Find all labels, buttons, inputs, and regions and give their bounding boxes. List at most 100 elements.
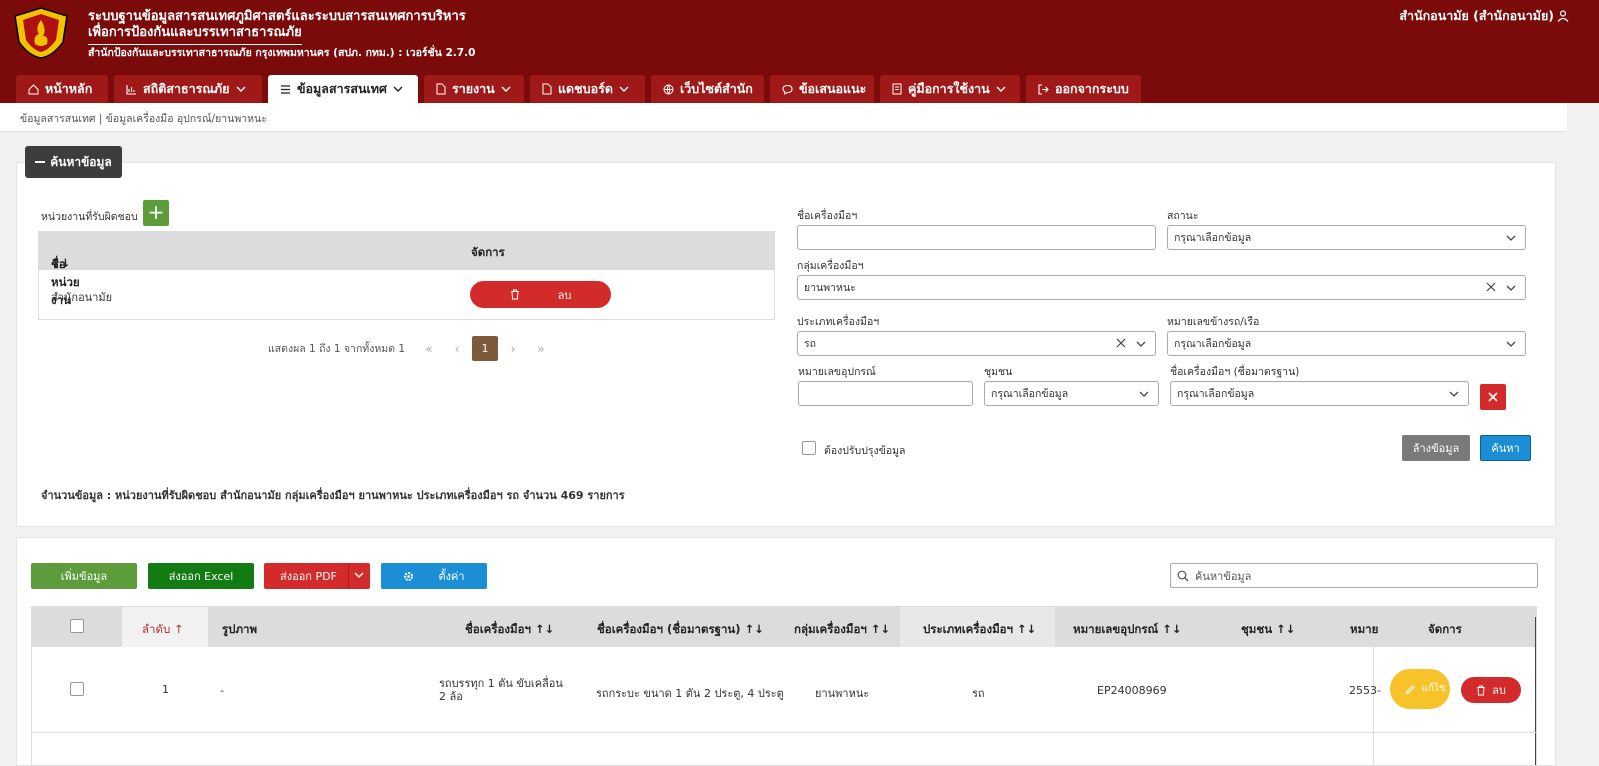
close-icon	[1488, 392, 1498, 402]
col-name[interactable]: ชื่อเครื่องมือฯ ↑↓	[465, 621, 554, 639]
tab-manual[interactable]: คู่มือการใช้งาน	[880, 75, 1020, 103]
plate-label: หมายเลขข้างรถ/เรือ	[1167, 316, 1260, 328]
table-search-input[interactable]: ค้นหาข้อมูล	[1170, 563, 1538, 588]
delete-unit-button[interactable]: ลบ	[470, 281, 611, 308]
add-unit-button[interactable]: +	[143, 200, 169, 226]
list-icon	[281, 84, 290, 94]
add-data-button[interactable]: เพิ่มข้อมูล	[31, 563, 137, 589]
delete-label: ลบ	[1492, 684, 1506, 697]
delete-label: ลบ	[557, 288, 572, 302]
col-type[interactable]: ประเภทเครื่องมือฯ ↑↓	[923, 621, 1036, 639]
export-excel-button[interactable]: ส่งออก Excel	[148, 563, 254, 589]
tab-label: ออกจากระบบ	[1055, 81, 1129, 96]
result-summary: จำนวนข้อมูล : หน่วยงานที่รับผิดชอบ สำนัก…	[41, 489, 625, 502]
chevron-down-icon	[393, 86, 403, 92]
cell-group: ยานพาหนะ	[815, 687, 870, 700]
tab-logout[interactable]: ออกจากระบบ	[1026, 75, 1141, 103]
tab-disaster-stats[interactable]: สถิติสาธารณภัย	[114, 75, 262, 103]
next-page-icon[interactable]: ›	[499, 342, 527, 356]
std-name-select[interactable]: กรุณาเลือกข้อมูล	[1170, 381, 1469, 406]
user-icon	[1557, 10, 1569, 22]
plate-select[interactable]: กรุณาเลือกข้อมูล	[1167, 331, 1526, 356]
type-value: รถ	[804, 338, 816, 350]
tab-information[interactable]: ข้อมูลสารสนเทศ	[268, 75, 418, 103]
chevron-down-icon	[1449, 391, 1459, 397]
clear-icon[interactable]	[1485, 281, 1497, 293]
export-pdf-button[interactable]: ส่งออก PDF	[264, 563, 370, 589]
tab-report[interactable]: รายงาน	[424, 75, 524, 103]
settings-label: ตั้งค่า	[438, 570, 465, 583]
chevron-down-icon	[1136, 341, 1146, 347]
chat-icon	[782, 84, 793, 95]
col-no[interactable]: ลำดับ ↑	[142, 621, 184, 639]
cell-device-no: EP24008969	[1097, 684, 1167, 697]
plate-value: กรุณาเลือกข้อมูล	[1174, 338, 1252, 350]
user-menu[interactable]: สำนักอนามัย (สำนักอนามัย)	[1399, 6, 1569, 26]
cell-std-name: รถกระบะ ขนาด 1 ตัน 2 ประตู, 4 ประตู	[596, 687, 784, 700]
page-scrollbar[interactable]	[1567, 103, 1599, 766]
col-group[interactable]: กลุ่มเครื่องมือฯ ↑↓	[794, 621, 890, 639]
sort-icon: ↑↓	[51, 256, 71, 270]
tab-feedback[interactable]: ข้อเสนอแนะ	[770, 75, 874, 103]
community-value: กรุณาเลือกข้อมูล	[991, 388, 1069, 400]
select-all-checkbox[interactable]	[70, 619, 84, 633]
tab-website[interactable]: เว็บไซต์สำนัก	[651, 75, 764, 103]
table-scrollbar[interactable]	[1535, 617, 1536, 765]
book-icon	[892, 83, 902, 95]
unit-pager: แสดงผล 1 ถึง 1 จากทั้งหมด 1 « ‹ 1 › »	[268, 336, 555, 361]
responsible-unit-label: หน่วยงานที่รับผิดชอบ	[41, 211, 138, 223]
chart-icon	[126, 84, 136, 95]
tool-name-input[interactable]	[797, 225, 1156, 250]
status-select[interactable]: กรุณาเลือกข้อมูล	[1167, 225, 1526, 250]
chevron-down-icon	[236, 86, 245, 92]
community-label: ชุมชน	[984, 366, 1013, 378]
row-delete-button[interactable]: ลบ	[1461, 677, 1521, 703]
device-no-input[interactable]	[798, 381, 973, 406]
group-select[interactable]: ยานพาหนะ	[797, 275, 1526, 300]
status-value: กรุณาเลือกข้อมูล	[1174, 232, 1252, 244]
user-name: สำนักอนามัย (สำนักอนามัย)	[1399, 8, 1554, 23]
last-page-icon[interactable]: »	[527, 342, 555, 356]
globe-icon	[663, 84, 674, 95]
breadcrumb[interactable]: ข้อมูลสารสนเทศ | ข้อมูลเครื่องมือ อุปกรณ…	[20, 110, 267, 127]
community-select[interactable]: กรุณาเลือกข้อมูล	[984, 381, 1159, 406]
chevron-down-icon	[501, 86, 511, 92]
col-community[interactable]: ชุมชน ↑↓	[1241, 621, 1295, 639]
tab-dashboard[interactable]: แดชบอร์ด	[530, 75, 645, 103]
tab-label: สถิติสาธารณภัย	[143, 81, 230, 96]
edit-button[interactable]: แก้ไข	[1390, 669, 1450, 709]
update-checkbox[interactable]	[802, 441, 816, 455]
export-pdf-label: ส่งออก PDF	[280, 570, 337, 583]
cell-plate: 2553-	[1349, 684, 1381, 697]
remove-filter-button[interactable]	[1480, 384, 1506, 410]
search-button[interactable]: ค้นหา	[1480, 435, 1531, 461]
settings-button[interactable]: ตั้งค่า	[381, 563, 487, 589]
col-plate[interactable]: หมาย	[1350, 621, 1378, 639]
status-label: สถานะ	[1167, 210, 1199, 222]
row-checkbox[interactable]	[70, 682, 84, 696]
type-select[interactable]: รถ	[797, 331, 1156, 356]
col-std-name[interactable]: ชื่อเครื่องมือฯ (ชื่อมาตรฐาน) ↑↓	[597, 621, 764, 639]
group-label: กลุ่มเครื่องมือฯ	[797, 260, 864, 272]
system-subtitle: สำนักป้องกันและบรรเทาสาธารณภัย กรุงเทพมห…	[88, 47, 476, 59]
col-manage: จัดการ	[471, 245, 505, 259]
search-toggle-button[interactable]: ค้นหาข้อมูล	[25, 146, 122, 178]
chevron-down-icon[interactable]	[353, 571, 365, 581]
tab-label: ข้อเสนอแนะ	[799, 81, 867, 96]
tab-label: แดชบอร์ด	[558, 81, 613, 96]
col-device-no[interactable]: หมายเลขอุปกรณ์ ↑↓	[1073, 621, 1182, 639]
tab-home[interactable]: หน้าหลัก	[16, 75, 108, 103]
logout-icon	[1038, 83, 1049, 95]
tab-label: ข้อมูลสารสนเทศ	[297, 81, 387, 96]
clear-button[interactable]: ล้างข้อมูล	[1402, 435, 1470, 461]
device-no-label: หมายเลขอุปกรณ์	[798, 366, 876, 378]
minus-icon	[35, 161, 46, 163]
data-table: ลำดับ ↑ รูปภาพ ชื่อเครื่องมือฯ ↑↓ ชื่อเค…	[31, 606, 1537, 766]
first-page-icon[interactable]: «	[415, 342, 443, 356]
clear-icon[interactable]	[1115, 337, 1127, 349]
current-page[interactable]: 1	[472, 336, 499, 361]
search-icon	[1177, 570, 1189, 581]
prev-page-icon[interactable]: ‹	[443, 342, 471, 356]
row-divider	[32, 732, 1536, 733]
col-image: รูปภาพ	[222, 622, 258, 636]
